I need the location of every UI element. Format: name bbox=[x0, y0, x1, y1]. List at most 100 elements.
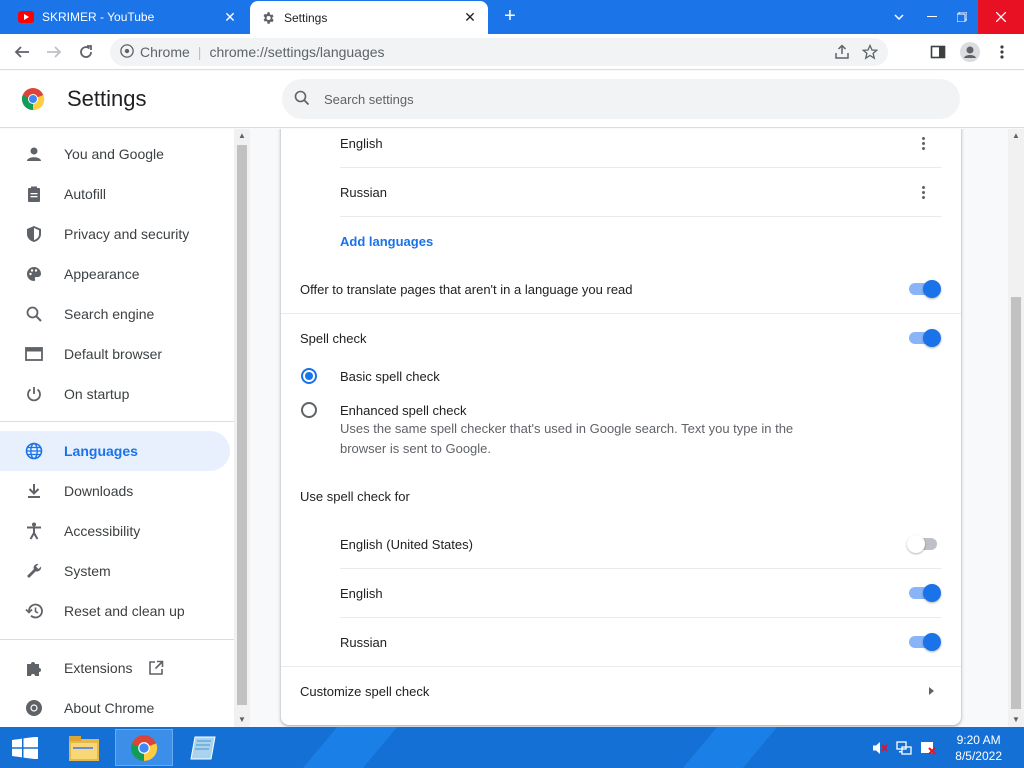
action-center-icon[interactable] bbox=[920, 740, 936, 756]
person-icon bbox=[24, 144, 44, 164]
language-name: Russian bbox=[340, 634, 387, 650]
app-taskbar-button[interactable] bbox=[176, 729, 232, 766]
spell-check-toggle[interactable] bbox=[907, 328, 941, 348]
sidebar-item-about-chrome[interactable]: About Chrome bbox=[0, 688, 230, 728]
scrollbar-thumb[interactable] bbox=[237, 145, 247, 705]
sidebar-item-accessibility[interactable]: Accessibility bbox=[0, 511, 230, 551]
start-button[interactable] bbox=[0, 729, 50, 766]
taskbar-clock[interactable]: 9:20 AM 8/5/2022 bbox=[955, 732, 1002, 764]
sidebar-item-label: Accessibility bbox=[64, 523, 141, 539]
network-icon[interactable] bbox=[896, 740, 912, 756]
sidebar-item-on-startup[interactable]: On startup bbox=[0, 374, 230, 414]
scrollbar-thumb[interactable] bbox=[1011, 297, 1021, 709]
sidebar-item-languages[interactable]: Languages bbox=[0, 431, 230, 471]
sidebar-item-reset[interactable]: Reset and clean up bbox=[0, 591, 230, 631]
download-icon bbox=[24, 481, 44, 501]
url-text: chrome://settings/languages bbox=[209, 44, 385, 60]
language-name: English bbox=[340, 585, 383, 601]
address-bar[interactable]: Chrome | chrome://settings/languages bbox=[110, 38, 888, 66]
sidebar-scrollbar[interactable]: ▲ ▼ bbox=[234, 129, 250, 727]
description-line: Uses the same spell checker that's used … bbox=[340, 421, 794, 436]
tab-settings[interactable]: Settings ✕ bbox=[250, 1, 488, 34]
settings-sidebar: You and Google Autofill Privacy and secu… bbox=[0, 129, 234, 727]
close-tab-icon[interactable]: ✕ bbox=[462, 9, 478, 26]
sidebar-item-label: Appearance bbox=[64, 266, 140, 282]
folder-icon bbox=[69, 735, 99, 761]
toggle-knob bbox=[923, 329, 941, 347]
chrome-logo-icon bbox=[21, 87, 45, 111]
language-more-actions-button[interactable] bbox=[913, 133, 933, 153]
page-title: Settings bbox=[67, 86, 147, 111]
side-panel-button[interactable] bbox=[926, 40, 950, 64]
scroll-up-arrow-icon[interactable]: ▲ bbox=[234, 129, 250, 143]
languages-card: English Russian Add languages Offer to t… bbox=[281, 129, 961, 725]
avatar-icon bbox=[960, 42, 980, 62]
sidebar-item-default-browser[interactable]: Default browser bbox=[0, 334, 230, 374]
enhanced-spell-check-radio[interactable] bbox=[301, 402, 317, 418]
tab-youtube[interactable]: SKRIMER - YouTube ✕ bbox=[8, 0, 248, 34]
sidebar-item-autofill[interactable]: Autofill bbox=[0, 174, 230, 214]
back-button[interactable] bbox=[10, 40, 34, 64]
basic-spell-check-radio[interactable] bbox=[301, 368, 317, 384]
menu-button[interactable] bbox=[990, 40, 1014, 64]
sidebar-item-label: Downloads bbox=[64, 483, 134, 499]
spell-language-en-us-toggle[interactable] bbox=[907, 534, 941, 554]
chrome-taskbar-button[interactable] bbox=[115, 729, 173, 766]
customize-spell-check-row[interactable]: Customize spell check bbox=[300, 681, 950, 701]
windows-logo-icon bbox=[12, 736, 38, 759]
sidebar-divider bbox=[0, 639, 234, 640]
main-scrollbar[interactable]: ▲ ▼ bbox=[1008, 129, 1024, 727]
chrome-icon bbox=[24, 698, 44, 718]
language-more-actions-button[interactable] bbox=[913, 182, 933, 202]
sidebar-item-system[interactable]: System bbox=[0, 551, 230, 591]
spell-language-english-toggle[interactable] bbox=[907, 583, 941, 603]
shield-icon bbox=[24, 224, 44, 244]
sidebar-item-downloads[interactable]: Downloads bbox=[0, 471, 230, 511]
offer-translate-label: Offer to translate pages that aren't in … bbox=[300, 281, 633, 297]
offer-translate-toggle[interactable] bbox=[907, 279, 941, 299]
divider bbox=[340, 617, 941, 618]
sidebar-item-privacy[interactable]: Privacy and security bbox=[0, 214, 230, 254]
clock-date: 8/5/2022 bbox=[955, 749, 1002, 763]
sidebar-item-label: Autofill bbox=[64, 186, 107, 202]
sidebar-item-search-engine[interactable]: Search engine bbox=[0, 294, 230, 334]
settings-main: English Russian Add languages Offer to t… bbox=[250, 129, 1008, 727]
kebab-menu-icon bbox=[921, 185, 925, 200]
file-explorer-taskbar-button[interactable] bbox=[56, 729, 112, 766]
scroll-up-arrow-icon[interactable]: ▲ bbox=[1008, 129, 1024, 143]
open-in-new-icon bbox=[148, 660, 164, 676]
scroll-down-arrow-icon[interactable]: ▼ bbox=[234, 713, 250, 727]
spell-language-russian-toggle[interactable] bbox=[907, 632, 941, 652]
description-line: browser is sent to Google. bbox=[340, 441, 492, 456]
speaker-muted-icon[interactable] bbox=[872, 740, 888, 756]
tab-search-chevron-icon[interactable] bbox=[883, 0, 915, 34]
language-item-english: English bbox=[340, 133, 383, 153]
settings-search-box[interactable] bbox=[282, 79, 960, 119]
chrome-site-icon bbox=[120, 43, 134, 61]
gear-icon bbox=[260, 10, 276, 26]
sidebar-item-extensions[interactable]: Extensions bbox=[0, 648, 230, 688]
sidebar-item-you-and-google[interactable]: You and Google bbox=[0, 134, 230, 174]
forward-button[interactable] bbox=[42, 40, 66, 64]
palette-icon bbox=[24, 264, 44, 284]
customize-spell-check-label: Customize spell check bbox=[300, 683, 430, 699]
close-tab-icon[interactable]: ✕ bbox=[222, 9, 238, 26]
side-panel-icon bbox=[930, 45, 946, 59]
chrome-logo-icon bbox=[131, 734, 158, 761]
language-name: English (United States) bbox=[340, 536, 473, 552]
history-icon bbox=[24, 601, 44, 621]
add-languages-button[interactable]: Add languages bbox=[340, 231, 433, 251]
bookmark-star-icon[interactable] bbox=[861, 43, 879, 63]
restore-button[interactable] bbox=[946, 0, 978, 34]
chevron-right-icon bbox=[929, 687, 934, 695]
search-input[interactable] bbox=[324, 91, 824, 107]
scroll-down-arrow-icon[interactable]: ▼ bbox=[1008, 713, 1024, 727]
sidebar-item-appearance[interactable]: Appearance bbox=[0, 254, 230, 294]
profile-avatar[interactable] bbox=[958, 40, 982, 64]
reload-button[interactable] bbox=[74, 40, 98, 64]
close-window-button[interactable] bbox=[978, 0, 1024, 34]
minimize-button[interactable] bbox=[916, 0, 948, 34]
share-icon[interactable] bbox=[834, 44, 850, 63]
new-tab-button[interactable]: + bbox=[500, 6, 520, 26]
toggle-knob bbox=[907, 535, 925, 553]
